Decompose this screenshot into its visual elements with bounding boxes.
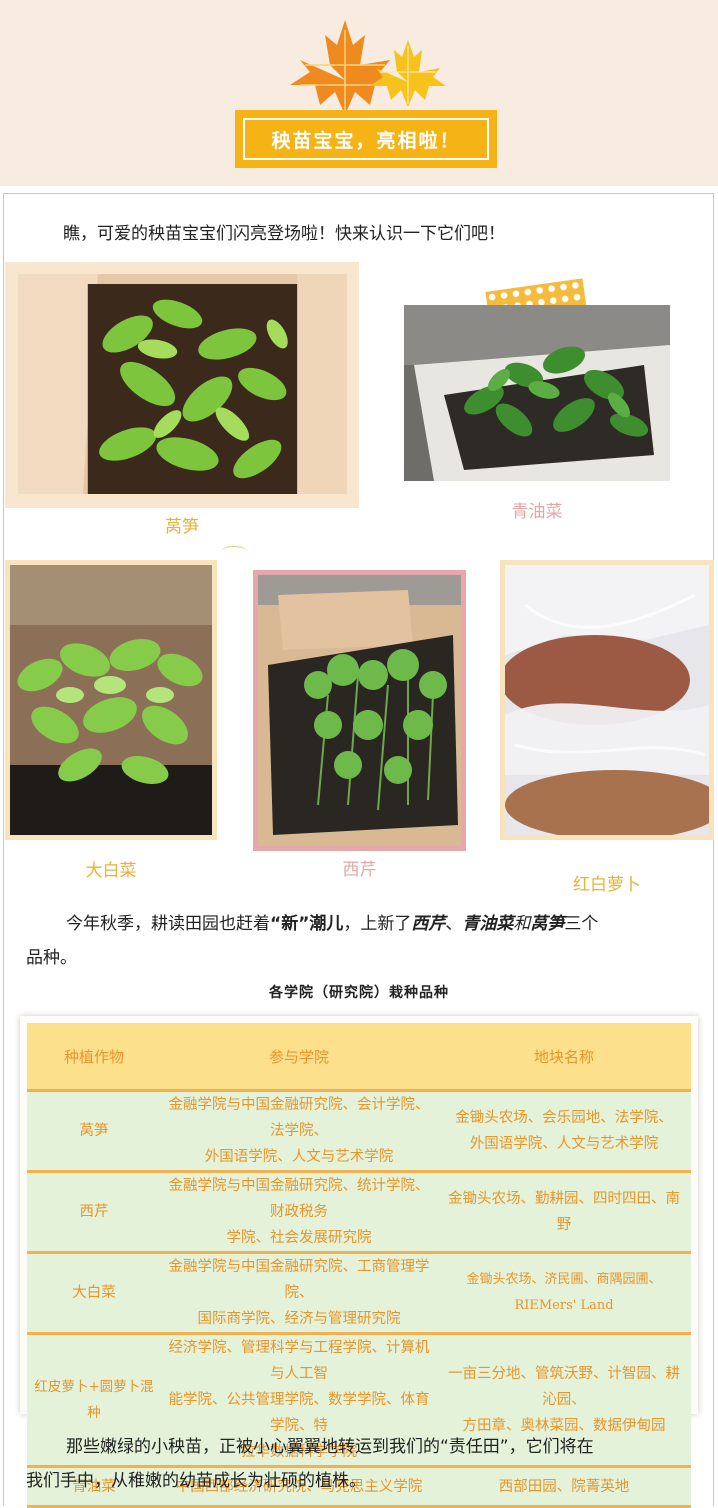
lettuce-photo: [5, 262, 359, 508]
photo-caption: 大白菜: [85, 861, 137, 881]
celery-seedlings-photo: [258, 575, 461, 846]
radish-photo: [500, 560, 714, 840]
maple-leaf-icon: [290, 20, 446, 115]
lettuce-seedlings-photo: [18, 274, 347, 494]
crop-cell: 大白菜: [27, 1252, 161, 1335]
decorative-arc: [221, 546, 247, 557]
rape-photo: [404, 305, 670, 481]
planting-table-card: 种植作物 参与学院 地块名称 莴笋 金融学院与中国金融研究院、会计学院、法学院、…: [20, 1016, 698, 1508]
photo-caption: 青油菜: [511, 502, 563, 522]
photo-caption: 莴笋: [165, 517, 199, 537]
table-row: 莴笋 金融学院与中国金融研究院、会计学院、法学院、 外国语学院、人文与艺术学院 金…: [27, 1090, 691, 1173]
cabbage-seedlings-photo: [10, 565, 212, 835]
header: 秧苗宝宝，亮相啦！: [0, 0, 718, 186]
column-header: 地块名称: [437, 1023, 691, 1092]
photo-caption: 红白萝卜: [573, 875, 641, 895]
rape-seedlings-photo: [404, 305, 670, 481]
celery-photo: [253, 570, 466, 851]
college-cell: 金融学院与中国金融研究院、会计学院、法学院、 外国语学院、人文与艺术学院: [161, 1090, 437, 1173]
title-banner: 秧苗宝宝，亮相啦！: [235, 110, 497, 168]
table-title: 各学院（研究院）栽种品种: [269, 985, 449, 1001]
column-header: 参与学院: [161, 1023, 437, 1092]
table-header-row: 种植作物 参与学院 地块名称: [27, 1023, 691, 1092]
photo-caption: 西芹: [342, 860, 377, 880]
new-varieties-paragraph: 今年秋季，耕读田园也赶着“新”潮儿，上新了西芹、青油菜和莴笋三个 品种。: [26, 914, 599, 968]
crop-cell: 莴笋: [27, 1090, 161, 1173]
banner-title: 秧苗宝宝，亮相啦！: [243, 118, 489, 160]
column-header: 种植作物: [27, 1023, 161, 1092]
plot-cell: 金锄头农场、勤耕园、四时四田、南野: [437, 1171, 691, 1254]
cabbage-photo: [5, 560, 217, 840]
radish-seeds-photo: [505, 565, 709, 835]
college-cell: 金融学院与中国金融研究院、统计学院、财政税务 学院、社会发展研究院: [161, 1171, 437, 1254]
closing-paragraph: 那些嫩绿的小秧苗，正被小心翼翼地转运到我们的“责任田”，它们将在 我们手中，从稚…: [26, 1437, 594, 1491]
intro-paragraph: 瞧，可爱的秧苗宝宝们闪亮登场啦！快来认识一下它们吧！: [63, 224, 505, 244]
table-row: 西芹 金融学院与中国金融研究院、统计学院、财政税务 学院、社会发展研究院 金锄头农…: [27, 1171, 691, 1254]
plot-cell: 金锄头农场、济民圃、商隅园圃、RIEMers' Land: [437, 1252, 691, 1335]
plot-cell: 金锄头农场、会乐园地、法学院、 外国语学院、人文与艺术学院: [437, 1090, 691, 1173]
table-row: 大白菜 金融学院与中国金融研究院、工商管理学院、 国际商学院、经济与管理研究院 金…: [27, 1252, 691, 1335]
crop-cell: 西芹: [27, 1171, 161, 1254]
college-cell: 金融学院与中国金融研究院、工商管理学院、 国际商学院、经济与管理研究院: [161, 1252, 437, 1335]
